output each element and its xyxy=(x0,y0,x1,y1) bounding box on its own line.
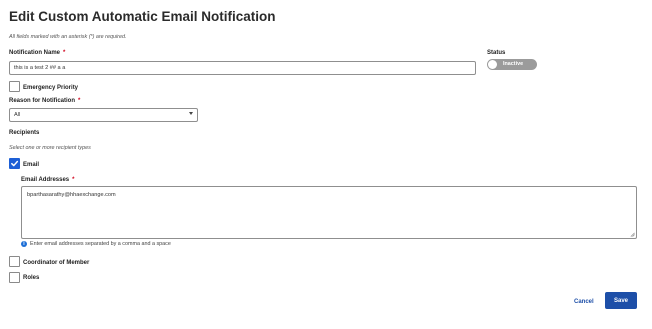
required-asterisk: * xyxy=(72,177,75,183)
notification-name-label: Notification Name * xyxy=(9,50,65,56)
cancel-button[interactable]: Cancel xyxy=(574,297,594,307)
reason-select[interactable]: All xyxy=(9,108,198,122)
email-addresses-value: bparthasarathy@hhaexchange.com xyxy=(27,192,116,198)
page-title: Edit Custom Automatic Email Notification xyxy=(9,9,276,24)
status-label: Status xyxy=(487,50,506,56)
chevron-down-icon xyxy=(189,112,193,115)
required-asterisk: * xyxy=(63,50,66,56)
status-toggle[interactable]: Inactive xyxy=(487,59,537,70)
email-addresses-textarea[interactable]: bparthasarathy@hhaexchange.com xyxy=(21,186,637,239)
email-label: Email xyxy=(23,162,40,168)
reason-label-text: Reason for Notification xyxy=(9,98,76,104)
emergency-priority-checkbox[interactable] xyxy=(9,81,20,92)
reason-selected-value: All xyxy=(14,112,21,118)
notification-name-input[interactable]: this is a test 2 ## a a xyxy=(9,61,476,75)
resize-handle-icon[interactable] xyxy=(630,232,635,237)
emergency-priority-label: Emergency Priority xyxy=(23,85,79,91)
status-toggle-label: Inactive xyxy=(503,61,524,67)
roles-checkbox[interactable] xyxy=(9,272,20,283)
roles-label: Roles xyxy=(23,275,40,281)
notification-name-value: this is a test 2 ## a a xyxy=(14,65,66,71)
notification-name-label-text: Notification Name xyxy=(9,50,61,56)
info-icon: i xyxy=(21,241,27,247)
email-info-text: Enter email addresses separated by a com… xyxy=(30,241,171,247)
reason-label: Reason for Notification * xyxy=(9,98,80,104)
coordinator-checkbox[interactable] xyxy=(9,256,20,267)
toggle-knob xyxy=(488,60,497,69)
recipients-hint: Select one or more recipient types xyxy=(9,145,91,151)
coordinator-label: Coordinator of Member xyxy=(23,260,90,266)
email-addresses-label: Email Addresses * xyxy=(21,177,74,183)
save-button[interactable]: Save xyxy=(605,292,637,309)
email-addresses-label-text: Email Addresses xyxy=(21,177,70,183)
check-icon xyxy=(11,160,19,167)
recipients-label: Recipients xyxy=(9,130,40,136)
required-asterisk: * xyxy=(78,98,81,104)
email-checkbox[interactable] xyxy=(9,158,20,169)
required-fields-hint: All fields marked with an asterisk (*) a… xyxy=(9,34,127,40)
